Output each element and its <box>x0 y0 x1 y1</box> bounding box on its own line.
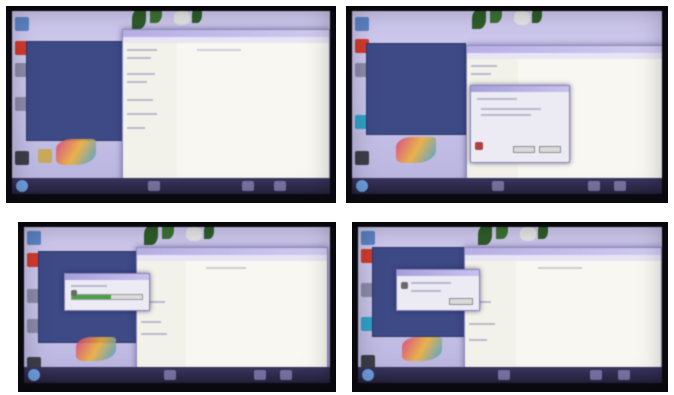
taskbar-button[interactable] <box>274 181 286 191</box>
dialog-button-cancel[interactable] <box>539 146 561 153</box>
explorer-window[interactable] <box>122 29 330 183</box>
taskbar-button[interactable] <box>280 370 292 380</box>
taskbar[interactable] <box>352 178 662 194</box>
taskbar-button[interactable] <box>148 181 160 191</box>
progress-dialog[interactable] <box>64 273 150 311</box>
photo-top-right <box>346 6 668 203</box>
taskbar-button[interactable] <box>614 181 626 191</box>
explorer-title-bar[interactable] <box>465 248 661 255</box>
explorer-title-bar[interactable] <box>123 30 329 37</box>
taskbar-button[interactable] <box>590 370 602 380</box>
desktop-icon[interactable] <box>361 231 375 245</box>
wallpaper-colorful-shape <box>402 337 442 361</box>
dialog-button[interactable] <box>449 298 473 305</box>
dialog-button-ok[interactable] <box>513 146 535 153</box>
wallpaper-colorful-shape <box>56 139 96 165</box>
desktop-blue-window <box>366 43 466 135</box>
dialog-title-bar[interactable] <box>65 274 149 280</box>
taskbar-button[interactable] <box>618 370 630 380</box>
explorer-navigation-pane[interactable] <box>123 43 178 182</box>
taskbar-button[interactable] <box>492 181 504 191</box>
progress-fill <box>72 295 111 299</box>
start-button[interactable] <box>16 180 28 192</box>
desktop-blue-window <box>26 41 124 141</box>
explorer-title-bar[interactable] <box>137 248 327 255</box>
taskbar-button[interactable] <box>164 370 176 380</box>
confirmation-dialog[interactable] <box>470 85 570 163</box>
desktop-icon[interactable] <box>355 151 369 165</box>
monitor-screen <box>12 11 330 194</box>
start-button[interactable] <box>28 369 40 381</box>
explorer-title-bar[interactable] <box>467 46 662 53</box>
dialog-title-bar[interactable] <box>397 270 479 276</box>
copy-progress-bar <box>71 294 143 300</box>
monitor-screen <box>358 227 662 383</box>
explorer-content-pane[interactable] <box>186 261 327 378</box>
taskbar-button[interactable] <box>588 181 600 191</box>
taskbar[interactable] <box>12 178 330 194</box>
dialog-icon <box>475 142 483 150</box>
taskbar[interactable] <box>358 367 662 383</box>
wallpaper-colorful-shape <box>396 137 436 163</box>
desktop-icon[interactable] <box>15 17 29 31</box>
photo-top-left <box>6 6 336 203</box>
start-button[interactable] <box>356 180 368 192</box>
explorer-content-pane[interactable] <box>176 43 329 182</box>
taskbar-button[interactable] <box>498 370 510 380</box>
monitor-screen <box>24 227 330 383</box>
explorer-content-pane[interactable] <box>515 261 661 380</box>
desktop-icon[interactable] <box>355 17 369 31</box>
wallpaper-plant <box>462 11 552 35</box>
dialog-icon <box>401 282 408 289</box>
photo-bottom-left <box>18 222 336 392</box>
dialog-title-bar[interactable] <box>471 86 569 92</box>
small-dialog[interactable] <box>396 269 480 311</box>
start-button[interactable] <box>362 369 374 381</box>
explorer-window[interactable] <box>464 247 662 381</box>
explorer-window[interactable] <box>136 247 328 379</box>
wallpaper-colorful-shape <box>76 337 116 361</box>
desktop-icon[interactable] <box>38 149 52 163</box>
desktop-icon[interactable] <box>15 151 29 165</box>
taskbar-button[interactable] <box>254 370 266 380</box>
photo-bottom-right <box>352 222 668 392</box>
taskbar-button[interactable] <box>242 181 254 191</box>
dialog-icon <box>71 290 77 296</box>
taskbar[interactable] <box>24 367 330 383</box>
desktop-icon[interactable] <box>27 231 41 245</box>
monitor-screen <box>352 11 662 194</box>
